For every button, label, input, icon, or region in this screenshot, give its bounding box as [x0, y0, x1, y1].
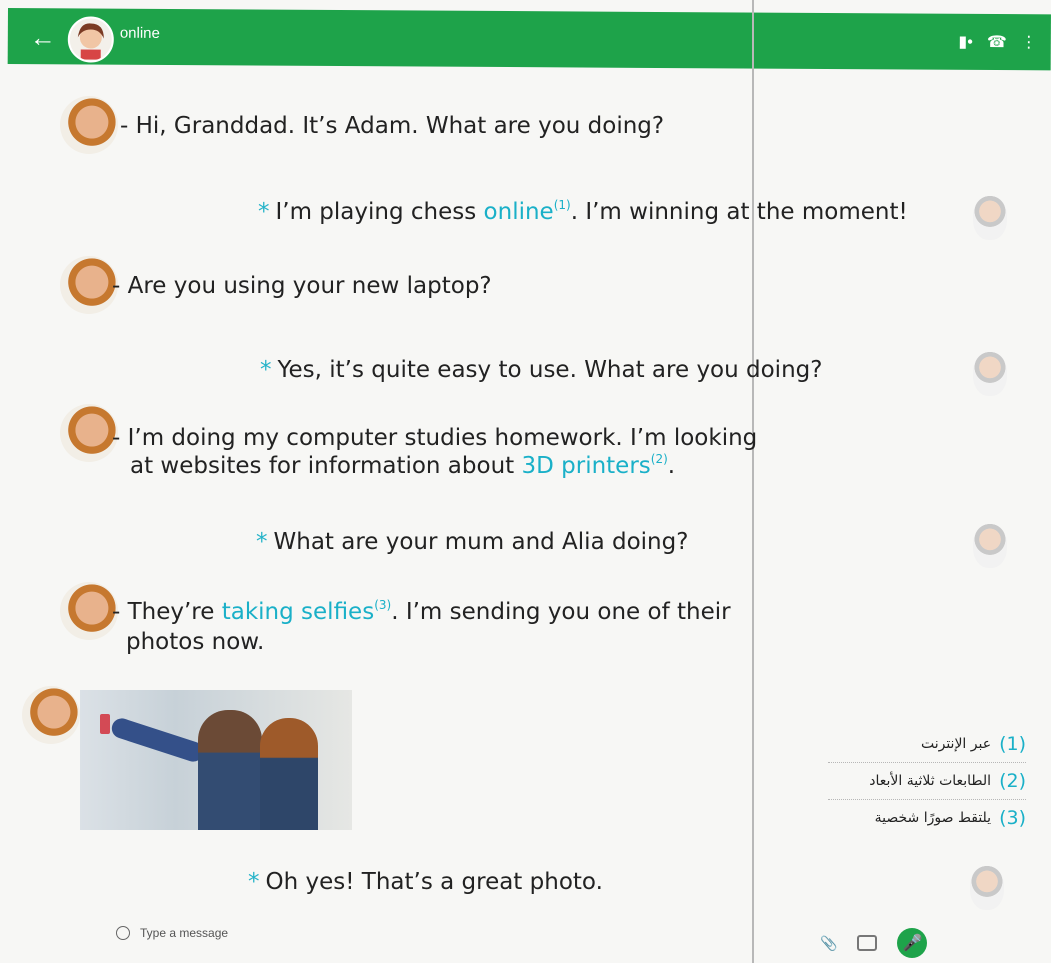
glossary-item-1: عبر الإنترنت (1): [828, 726, 1026, 763]
header-status: online: [119, 24, 160, 42]
input-actions: 📎 🎤: [820, 928, 928, 958]
adam-avatar: [60, 404, 118, 462]
message-adam-4-line-1: - They’re taking selfies(3). I’m sending…: [112, 598, 731, 629]
message-adam-1: - Hi, Granddad. It’s Adam. What are you …: [120, 113, 665, 139]
glossary-number: (1): [999, 733, 1026, 755]
video-icon[interactable]: ▮•: [958, 32, 973, 52]
message-granddad-3: * What are your mum and Alia doing?: [256, 528, 688, 556]
glossary-number: (2): [999, 770, 1026, 792]
glossary-item-3: يلتقط صورًا شخصية (3): [828, 800, 1026, 836]
menu-icon[interactable]: ⋮: [1021, 32, 1037, 52]
photo-person-left: [198, 710, 262, 830]
message-text: Oh yes! That’s a great photo.: [265, 869, 603, 895]
message-granddad-1: * I’m playing chess online(1). I’m winnin…: [258, 198, 908, 229]
photo-arm: [109, 715, 206, 765]
message-star-icon: *: [258, 199, 270, 225]
photo-phone: [100, 714, 110, 734]
message-adam-2: - Are you using your new laptop?: [112, 273, 492, 299]
message-input-placeholder[interactable]: Type a message: [140, 926, 228, 940]
message-text: at websites for information about: [130, 453, 522, 479]
camera-icon[interactable]: [857, 935, 878, 951]
attachment-icon[interactable]: 📎: [820, 935, 837, 952]
emoji-icon[interactable]: [116, 926, 130, 940]
message-granddad-2: * Yes, it’s quite easy to use. What are y…: [260, 356, 822, 384]
message-text: I’m playing chess: [275, 199, 484, 225]
glossary-item-2: الطابعات ثلاثية الأبعاد (2): [828, 763, 1026, 800]
footnote-2: (2): [650, 452, 668, 466]
highlight-3d-printers: 3D printers: [521, 453, 651, 479]
microphone-button[interactable]: 🎤: [897, 928, 928, 958]
glossary-text: الطابعات ثلاثية الأبعاد: [869, 773, 992, 789]
message-adam-4-line-2: photos now.: [126, 629, 265, 655]
granddad-avatar: [973, 352, 1007, 396]
header-actions: ▮• ☎ ⋮: [958, 32, 1036, 52]
message-text-end: .: [667, 453, 676, 479]
contact-avatar[interactable]: [67, 16, 114, 63]
granddad-avatar: [973, 196, 1007, 240]
granddad-avatar: [970, 866, 1004, 910]
message-granddad-4: * Oh yes! That’s a great photo.: [248, 868, 603, 896]
phone-icon[interactable]: ☎: [987, 32, 1007, 52]
granddad-avatar: [973, 524, 1007, 568]
glossary-text: عبر الإنترنت: [920, 736, 992, 752]
back-arrow-icon[interactable]: ←: [30, 22, 60, 52]
message-text: Yes, it’s quite easy to use. What are yo…: [277, 357, 823, 383]
selfie-photo[interactable]: [80, 690, 352, 830]
avatar-face-icon: [77, 23, 104, 60]
adam-avatar: [22, 686, 80, 744]
page-fold-divider: [752, 0, 754, 963]
chat-header: ← online ▮• ☎ ⋮: [7, 8, 1051, 71]
message-text-end: . I’m sending you one of their: [391, 599, 731, 625]
glossary-number: (3): [999, 807, 1026, 829]
message-text: - They’re: [112, 599, 222, 625]
glossary-text: يلتقط صورًا شخصية: [874, 810, 992, 826]
photo-person-right: [260, 718, 318, 830]
message-adam-3-line-1: - I’m doing my computer studies homework…: [112, 425, 758, 451]
footnote-3: (3): [374, 598, 392, 612]
message-adam-3-line-2: at websites for information about 3D pri…: [130, 452, 675, 483]
highlight-taking-selfies: taking selfies: [221, 599, 375, 625]
message-star-icon: *: [260, 357, 272, 383]
highlight-online: online: [483, 199, 554, 225]
glossary: عبر الإنترنت (1) الطابعات ثلاثية الأبعاد…: [828, 726, 1026, 836]
message-text-end: . I’m winning at the moment!: [570, 199, 908, 225]
adam-avatar: [60, 256, 118, 314]
footnote-1: (1): [553, 198, 571, 212]
adam-avatar: [60, 582, 118, 640]
message-star-icon: *: [256, 529, 268, 555]
message-input-area[interactable]: Type a message: [116, 926, 228, 940]
adam-avatar: [60, 96, 118, 154]
message-star-icon: *: [248, 869, 260, 895]
message-text: What are your mum and Alia doing?: [273, 529, 689, 555]
